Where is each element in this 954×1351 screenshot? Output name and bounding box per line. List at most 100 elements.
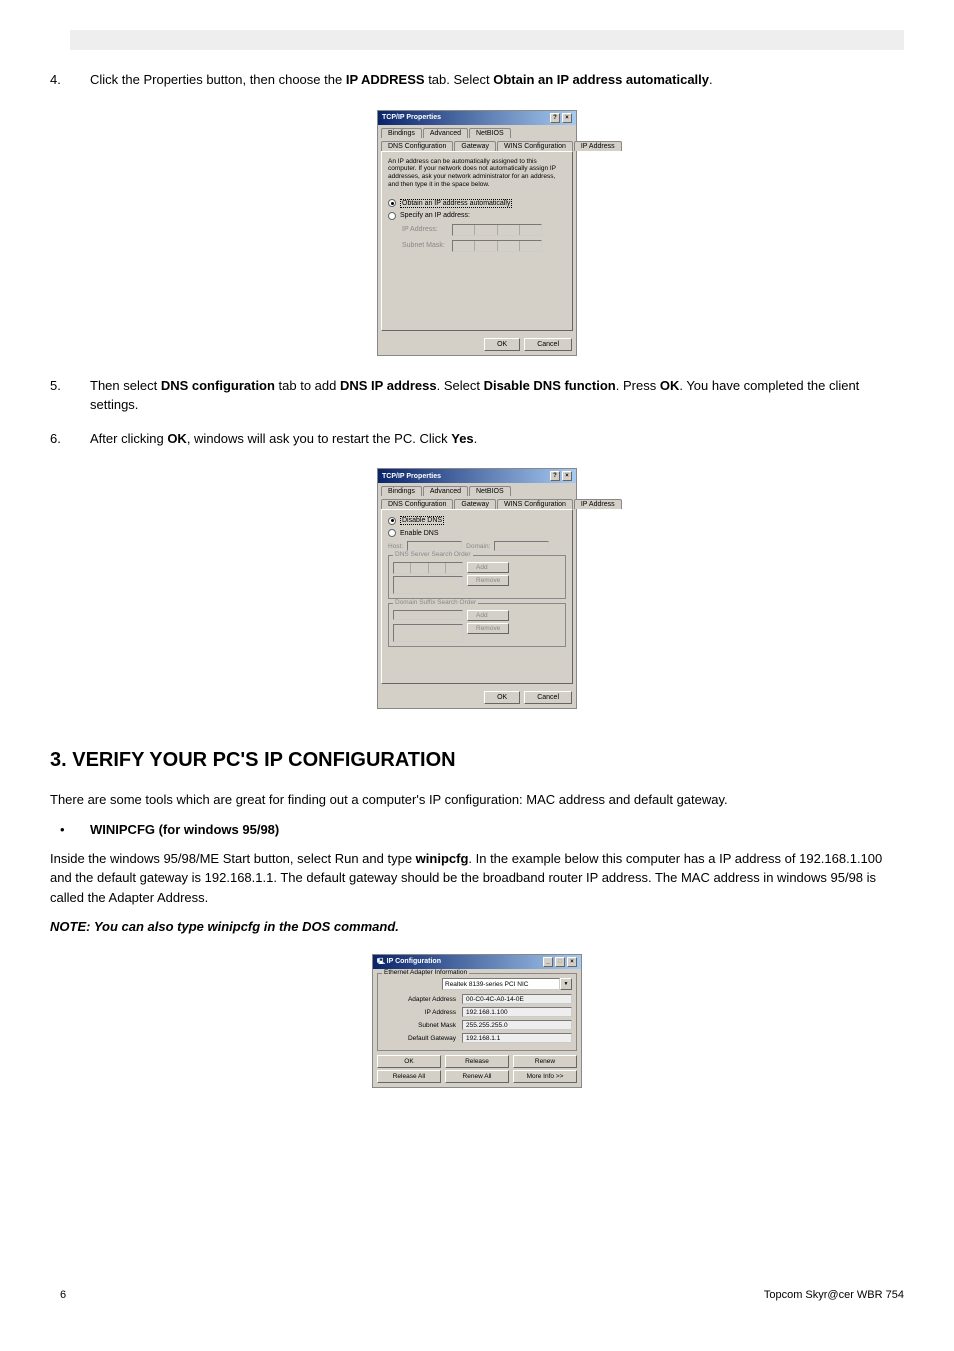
page-number: 6 bbox=[60, 1289, 66, 1301]
dns-search-group: DNS Server Search Order Add Remove bbox=[388, 555, 566, 599]
help-icon[interactable]: ? bbox=[550, 471, 560, 481]
cancel-button[interactable]: Cancel bbox=[524, 691, 572, 704]
label: Default Gateway bbox=[382, 1035, 462, 1042]
tcpip-properties-dialog: TCP/IP Properties ? × Bindings Advanced … bbox=[377, 110, 577, 356]
renew-button[interactable]: Renew bbox=[513, 1055, 577, 1068]
group-title: DNS Server Search Order bbox=[393, 551, 473, 558]
ok-button[interactable]: OK bbox=[377, 1055, 441, 1068]
minimize-icon[interactable]: _ bbox=[543, 957, 553, 967]
tabs-row-2: DNS Configuration Gateway WINS Configura… bbox=[378, 138, 576, 151]
dialog-titlebar: 🖳 IP Configuration _ □ × bbox=[373, 955, 581, 969]
value: 192.168.1.1 bbox=[462, 1033, 572, 1043]
ok-button[interactable]: OK bbox=[484, 338, 520, 351]
domain-label: Domain: bbox=[466, 543, 490, 550]
tab-advanced[interactable]: Advanced bbox=[423, 486, 468, 496]
document-content: 4. Click the Properties button, then cho… bbox=[50, 0, 904, 1088]
tab-netbios[interactable]: NetBIOS bbox=[469, 128, 511, 138]
t: Inside the windows 95/98/ME Start button… bbox=[50, 851, 416, 866]
radio-dot[interactable] bbox=[388, 529, 396, 537]
b: DNS configuration bbox=[161, 378, 275, 393]
t: . bbox=[474, 431, 478, 446]
radio-label: Enable DNS bbox=[400, 530, 439, 537]
renew-all-button[interactable]: Renew All bbox=[445, 1070, 509, 1083]
t: , windows will ask you to restart the PC… bbox=[187, 431, 451, 446]
b: Yes bbox=[451, 431, 473, 446]
tab-dns[interactable]: DNS Configuration bbox=[381, 141, 453, 151]
radio-dot[interactable] bbox=[388, 517, 396, 525]
bullet-text: WINIPCFG (for windows 95/98) bbox=[90, 822, 279, 837]
b: Disable DNS function bbox=[484, 378, 616, 393]
release-all-button[interactable]: Release All bbox=[377, 1070, 441, 1083]
more-info-button[interactable]: More Info >> bbox=[513, 1070, 577, 1083]
close-icon[interactable]: × bbox=[562, 471, 572, 481]
text: Click the Properties button, then choose… bbox=[90, 72, 346, 87]
bullet-mark: • bbox=[50, 822, 90, 837]
radio-disable-dns[interactable]: Disable DNS bbox=[388, 516, 566, 525]
ip-input bbox=[452, 224, 542, 236]
b: OK bbox=[167, 431, 187, 446]
add-button[interactable]: Add bbox=[467, 562, 509, 573]
bullet-label: WINIPCFG (for windows 95/98) bbox=[90, 822, 279, 837]
tab-wins[interactable]: WINS Configuration bbox=[497, 141, 573, 151]
t: After clicking bbox=[90, 431, 167, 446]
b: winipcfg bbox=[416, 851, 469, 866]
release-button[interactable]: Release bbox=[445, 1055, 509, 1068]
button-row-2: Release All Renew All More Info >> bbox=[377, 1070, 577, 1083]
titlebar-icons: ? × bbox=[550, 113, 572, 123]
dns-ip-input bbox=[393, 562, 463, 574]
suffix-search-group: Domain Suffix Search Order Add Remove bbox=[388, 603, 566, 647]
add-button[interactable]: Add bbox=[467, 610, 509, 621]
radio-specify-dot[interactable] bbox=[388, 212, 396, 220]
step-number: 5. bbox=[50, 376, 90, 415]
tab-netbios[interactable]: NetBIOS bbox=[469, 486, 511, 496]
ip-address-row: IP Address 192.168.1.100 bbox=[382, 1007, 572, 1017]
step-text: Click the Properties button, then choose… bbox=[90, 70, 904, 90]
step-number: 4. bbox=[50, 70, 90, 90]
label: IP Address bbox=[382, 1009, 462, 1016]
tabs-row-1: Bindings Advanced NetBIOS bbox=[378, 483, 576, 496]
subnet-input bbox=[452, 240, 542, 252]
step-text: After clicking OK, windows will ask you … bbox=[90, 429, 904, 449]
tab-ipaddress[interactable]: IP Address bbox=[574, 499, 622, 509]
titlebar-icons: _ □ × bbox=[543, 957, 577, 967]
radio-auto[interactable]: Obtain an IP address automatically bbox=[388, 199, 566, 208]
radio-auto-dot[interactable] bbox=[388, 199, 396, 207]
help-icon[interactable]: ? bbox=[550, 113, 560, 123]
tab-wins[interactable]: WINS Configuration bbox=[497, 499, 573, 509]
info-text: An IP address can be automatically assig… bbox=[388, 158, 566, 189]
remove-button[interactable]: Remove bbox=[467, 623, 509, 634]
section-heading: 3. VERIFY YOUR PC'S IP CONFIGURATION bbox=[50, 749, 904, 772]
tab-ipaddress[interactable]: IP Address bbox=[574, 141, 622, 151]
suffix-input bbox=[393, 610, 463, 620]
dialog-titlebar: TCP/IP Properties ? × bbox=[378, 469, 576, 483]
radio-enable-dns[interactable]: Enable DNS bbox=[388, 529, 566, 537]
tab-gateway[interactable]: Gateway bbox=[454, 141, 496, 151]
bullet-winipcfg: • WINIPCFG (for windows 95/98) bbox=[50, 822, 904, 837]
bold: IP ADDRESS bbox=[346, 72, 425, 87]
radio-specify[interactable]: Specify an IP address: bbox=[388, 212, 566, 220]
suffix-list bbox=[393, 624, 463, 642]
cancel-button[interactable]: Cancel bbox=[524, 338, 572, 351]
label: Subnet Mask bbox=[382, 1022, 462, 1029]
radio-specify-label: Specify an IP address: bbox=[400, 212, 470, 219]
subnet-row: Subnet Mask: bbox=[402, 240, 566, 252]
tab-body: An IP address can be automatically assig… bbox=[381, 151, 573, 331]
tab-advanced[interactable]: Advanced bbox=[423, 128, 468, 138]
radio-label: Disable DNS bbox=[400, 516, 444, 525]
tab-gateway[interactable]: Gateway bbox=[454, 499, 496, 509]
step-number: 6. bbox=[50, 429, 90, 449]
tab-dns[interactable]: DNS Configuration bbox=[381, 499, 453, 509]
maximize-icon: □ bbox=[555, 957, 565, 967]
remove-button[interactable]: Remove bbox=[467, 575, 509, 586]
close-icon[interactable]: × bbox=[567, 957, 577, 967]
dialog3-wrapper: 🖳 IP Configuration _ □ × Ethernet Adapte… bbox=[50, 954, 904, 1088]
adapter-select[interactable]: Realtek 8139-series PCI NIC bbox=[442, 978, 560, 990]
tab-bindings[interactable]: Bindings bbox=[381, 486, 422, 496]
ok-button[interactable]: OK bbox=[484, 691, 520, 704]
chevron-down-icon[interactable]: ▼ bbox=[560, 978, 572, 990]
close-icon[interactable]: × bbox=[562, 113, 572, 123]
ipconfig-body: Ethernet Adapter Information Realtek 813… bbox=[373, 969, 581, 1087]
header-bar bbox=[70, 30, 904, 50]
tab-bindings[interactable]: Bindings bbox=[381, 128, 422, 138]
t: tab to add bbox=[275, 378, 340, 393]
